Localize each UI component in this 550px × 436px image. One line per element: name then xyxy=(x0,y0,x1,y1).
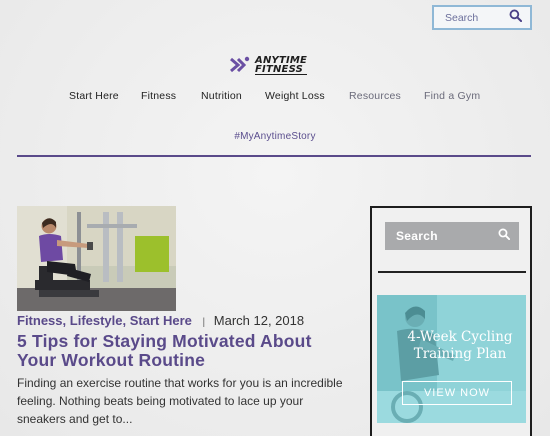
article-meta: Fitness, Lifestyle, Start Here | March 1… xyxy=(17,313,304,328)
header-divider xyxy=(17,155,531,157)
article-title[interactable]: 5 Tips for Staying Motivated About Your … xyxy=(17,332,347,370)
nav-item-fitness[interactable]: Fitness xyxy=(141,90,176,102)
search-icon[interactable] xyxy=(498,227,511,245)
site-logo[interactable]: ANYTIME FITNESS xyxy=(230,54,308,76)
search-placeholder: Search xyxy=(445,11,479,24)
running-man-logo-icon xyxy=(230,56,252,74)
sidebar-divider xyxy=(378,271,526,273)
category-link-fitness[interactable]: Fitness xyxy=(17,313,63,328)
category-comma: , xyxy=(62,313,67,328)
nav-item-nutrition[interactable]: Nutrition xyxy=(201,90,242,102)
nav-item-weight-loss[interactable]: Weight Loss xyxy=(265,90,325,102)
meta-separator: | xyxy=(202,317,206,328)
category-comma: , xyxy=(122,313,127,328)
promo-title: 4-Week Cycling Training Plan xyxy=(407,329,513,362)
hashtag-link[interactable]: #MyAnytimeStory xyxy=(0,131,550,142)
logo-wordmark: ANYTIME FITNESS xyxy=(255,54,308,75)
sidebar-search-input[interactable]: Search xyxy=(385,222,519,250)
search-icon[interactable] xyxy=(509,9,523,27)
header-search-input[interactable]: Search xyxy=(432,5,532,30)
category-link-lifestyle[interactable]: Lifestyle xyxy=(70,313,123,328)
view-now-button[interactable]: VIEW NOW xyxy=(402,381,512,405)
sidebar: Search 4-Week Cycling Training Plan VIEW… xyxy=(370,206,532,436)
nav-item-start-here[interactable]: Start Here xyxy=(69,90,119,102)
article-thumbnail[interactable] xyxy=(17,206,176,311)
page: Search ANYTIME FITNESS Start Here Fitnes… xyxy=(0,0,550,436)
main-nav: Start Here Fitness Nutrition Weight Loss… xyxy=(0,90,550,104)
category-link-start-here[interactable]: Start Here xyxy=(130,313,192,328)
nav-item-resources[interactable]: Resources xyxy=(349,90,401,102)
cycling-plan-promo-banner[interactable]: 4-Week Cycling Training Plan VIEW NOW xyxy=(377,295,526,423)
sidebar-search-placeholder: Search xyxy=(396,229,438,243)
article-excerpt: Finding an exercise routine that works f… xyxy=(17,376,343,426)
nav-item-find-a-gym[interactable]: Find a Gym xyxy=(424,90,480,102)
article-date: March 12, 2018 xyxy=(213,313,305,328)
